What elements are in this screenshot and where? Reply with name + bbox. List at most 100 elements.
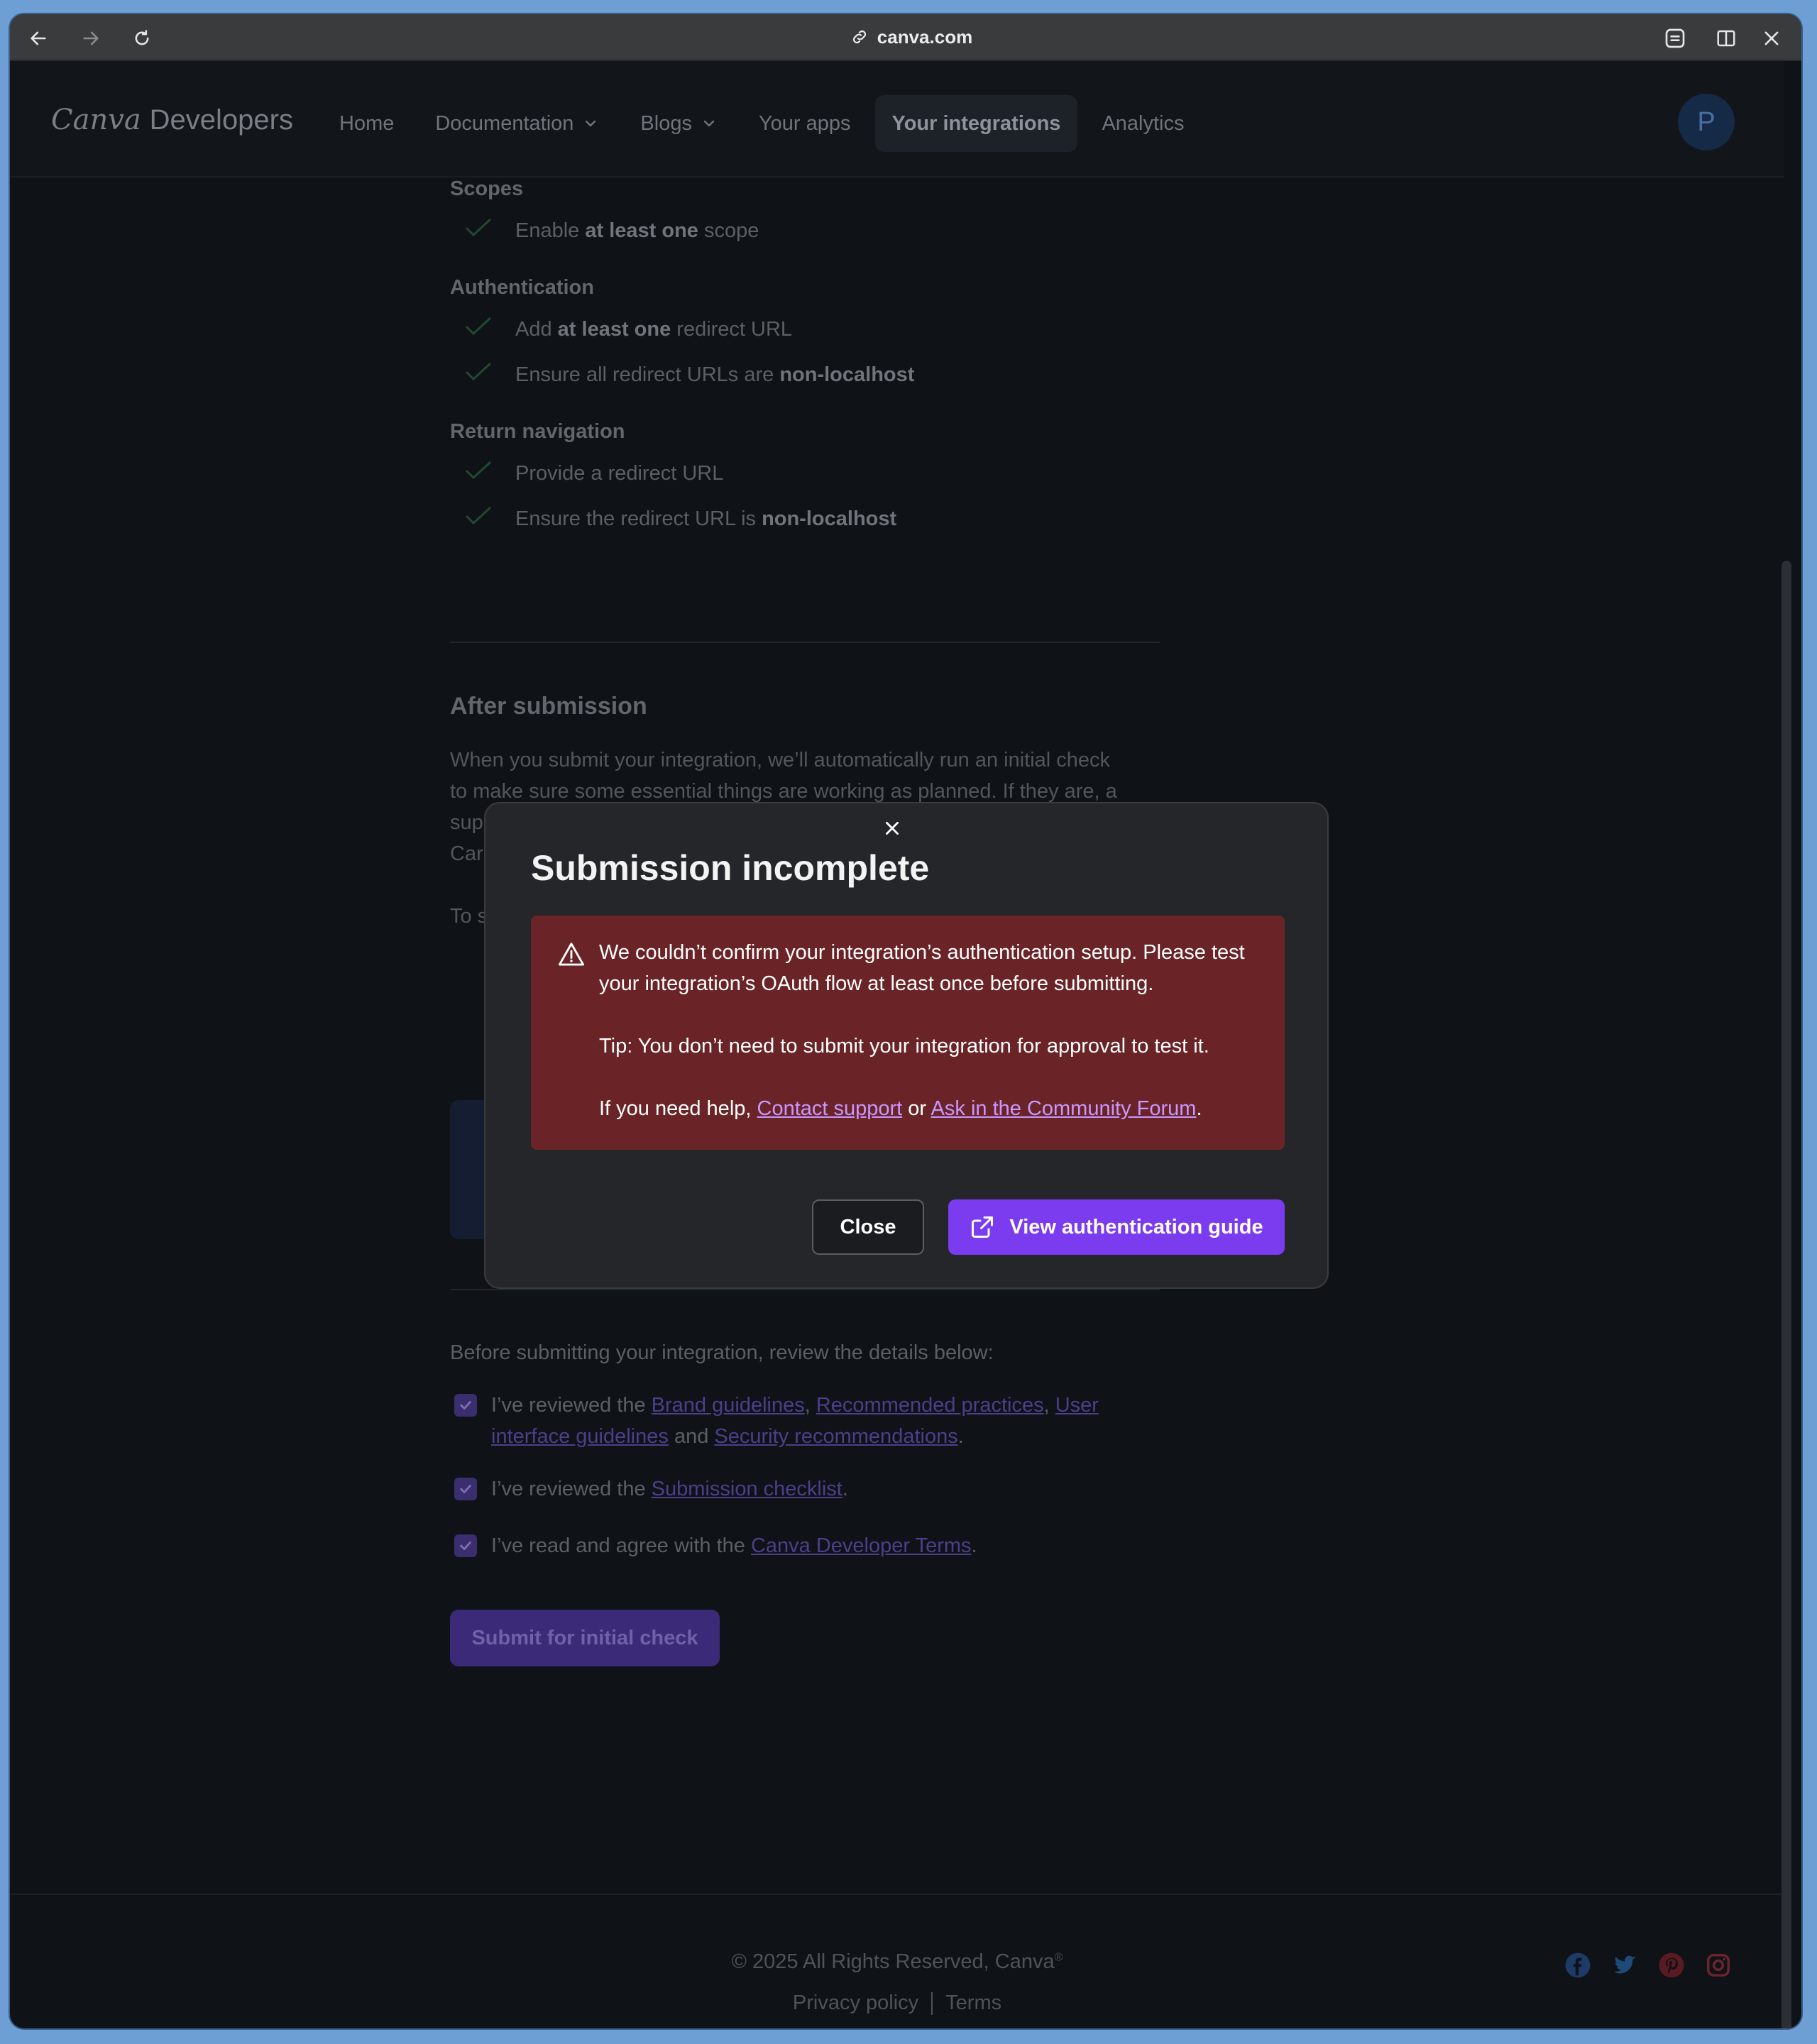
canva-developers-logo[interactable]: Canva Developers	[51, 104, 293, 136]
submit-for-initial-check-button[interactable]: Submit for initial check	[450, 1610, 720, 1666]
pinterest-icon[interactable]	[1658, 1952, 1685, 1979]
nav-analytics[interactable]: Analytics	[1085, 95, 1201, 152]
close-button[interactable]: Close	[812, 1199, 924, 1255]
authentication-title: Authentication	[450, 276, 594, 299]
facebook-icon[interactable]	[1564, 1952, 1591, 1979]
nav-label: Your integrations	[891, 111, 1061, 135]
extension-icon	[1665, 28, 1685, 48]
dialog-title: Submission incomplete	[531, 848, 930, 888]
footer-links: Privacy policy Terms	[10, 1991, 1784, 2016]
checkbox-checked[interactable]	[454, 1394, 477, 1417]
review-checkbox-row: I’ve reviewed the Brand guidelines, Reco…	[454, 1390, 1130, 1452]
checklist-item: Ensure all redirect URLs are non-localho…	[450, 352, 1160, 397]
submission-checklist-link[interactable]: Submission checklist	[652, 1478, 842, 1500]
sidebar-toggle-button[interactable]	[1712, 24, 1740, 53]
close-icon	[1764, 31, 1779, 45]
review-checkbox-row: I’ve read and agree with the Canva Devel…	[454, 1530, 977, 1561]
nav-label: Your apps	[758, 111, 851, 135]
reload-button[interactable]	[128, 24, 156, 53]
alert-help: If you need help, Contact support or Ask…	[599, 1097, 1202, 1120]
security-recommendations-link[interactable]: Security recommendations	[714, 1425, 957, 1448]
browser-toolbar: canva.com	[10, 14, 1801, 61]
main-nav: Home Documentation Blogs Your apps Your …	[322, 95, 1208, 152]
arrow-right-icon	[83, 31, 99, 45]
page-scrollbar[interactable]	[1782, 561, 1791, 2028]
checklist-text: Ensure all redirect URLs are non-localho…	[515, 363, 915, 386]
section-divider	[450, 1289, 1160, 1290]
logo-script: Canva	[51, 104, 141, 136]
privacy-policy-link[interactable]: Privacy policy	[793, 1991, 918, 2014]
social-links	[1564, 1952, 1732, 1979]
avatar-initial: P	[1697, 106, 1716, 137]
chevron-down-icon	[703, 120, 715, 127]
recommended-practices-link[interactable]: Recommended practices	[816, 1394, 1044, 1417]
check-icon	[450, 505, 500, 532]
nav-label: Home	[339, 111, 395, 135]
site-header: Canva Developers Home Documentation Blog…	[10, 61, 1784, 177]
checkbox-label: I’ve read and agree with the Canva Devel…	[491, 1534, 977, 1557]
back-button[interactable]	[24, 24, 53, 53]
alert-tip: Tip: You don’t need to submit your integ…	[599, 1035, 1209, 1057]
submission-incomplete-dialog: Submission incomplete We couldn’t confir…	[484, 802, 1329, 1289]
dialog-close-button[interactable]	[874, 811, 910, 846]
check-icon	[450, 361, 500, 388]
browser-window: canva.com Canva Developers Home Document…	[10, 14, 1801, 2028]
checkbox-label: I’ve reviewed the Brand guidelines, Reco…	[491, 1394, 1099, 1448]
community-forum-link[interactable]: Ask in the Community Forum	[931, 1097, 1197, 1120]
checklist-section: Scopes Enable at least one scope Authent…	[450, 177, 1160, 542]
instagram-icon[interactable]	[1705, 1952, 1732, 1979]
nav-your-integrations[interactable]: Your integrations	[874, 95, 1078, 152]
guide-button-label: View authentication guide	[1009, 1215, 1263, 1238]
close-icon	[886, 822, 899, 835]
return-navigation-title: Return navigation	[450, 420, 625, 443]
nav-your-apps[interactable]: Your apps	[742, 95, 868, 152]
close-window-button[interactable]	[1757, 24, 1786, 53]
user-avatar[interactable]: P	[1678, 94, 1735, 150]
checkbox-checked[interactable]	[454, 1478, 477, 1500]
checklist-item: Provide a redirect URL	[450, 451, 1160, 496]
warning-icon	[558, 941, 585, 976]
view-authentication-guide-button[interactable]: View authentication guide	[948, 1199, 1285, 1255]
forward-button[interactable]	[77, 24, 105, 53]
url-text: canva.com	[877, 26, 973, 48]
nav-documentation[interactable]: Documentation	[418, 95, 616, 152]
checklist-text: Provide a redirect URL	[515, 461, 724, 485]
scopes-title: Scopes	[450, 177, 524, 200]
ui-guidelines-link[interactable]: User	[1055, 1394, 1099, 1417]
after-submission-line: When you submit your integration, we’ll …	[450, 749, 1111, 771]
checkmark-icon	[460, 1485, 471, 1493]
check-icon	[450, 316, 500, 343]
review-intro: Before submitting your integration, revi…	[450, 1341, 994, 1364]
contact-support-link[interactable]: Contact support	[757, 1097, 903, 1120]
arrow-left-icon	[31, 31, 46, 45]
footer-divider	[10, 1894, 1784, 1895]
after-submission-title: After submission	[450, 693, 647, 720]
check-icon	[450, 217, 500, 244]
nav-label: Analytics	[1102, 111, 1185, 135]
nav-blogs[interactable]: Blogs	[623, 95, 735, 152]
check-icon	[450, 460, 500, 487]
ui-guidelines-link[interactable]: interface guidelines	[491, 1425, 669, 1448]
logo-text: Developers	[149, 104, 293, 136]
twitter-icon[interactable]	[1611, 1952, 1638, 1979]
alert-message: We couldn’t confirm your integration’s a…	[599, 941, 1245, 995]
footer-copyright: © 2025 All Rights Reserved, Canva®	[731, 1950, 1063, 1973]
checklist-item: Add at least one redirect URL	[450, 307, 1160, 352]
developer-terms-link[interactable]: Canva Developer Terms	[751, 1534, 972, 1557]
checkmark-icon	[460, 1542, 471, 1550]
terms-link[interactable]: Terms	[945, 1991, 1001, 2014]
checklist-item: Enable at least one scope	[450, 208, 1160, 253]
chevron-down-icon	[586, 120, 596, 127]
brand-guidelines-link[interactable]: Brand guidelines	[652, 1394, 805, 1417]
review-checkbox-row: I’ve reviewed the Submission checklist.	[454, 1473, 848, 1505]
checkbox-checked[interactable]	[454, 1534, 477, 1557]
split-view-icon	[1717, 30, 1735, 47]
extensions-button[interactable]	[1661, 24, 1689, 53]
reload-icon	[135, 30, 149, 45]
nav-home[interactable]: Home	[322, 95, 411, 152]
section-divider	[450, 642, 1160, 643]
checklist-item: Ensure the redirect URL is non-localhost	[450, 496, 1160, 542]
address-bar[interactable]: canva.com	[826, 23, 997, 51]
checkmark-icon	[460, 1401, 471, 1410]
checkbox-label: I’ve reviewed the Submission checklist.	[491, 1478, 848, 1500]
